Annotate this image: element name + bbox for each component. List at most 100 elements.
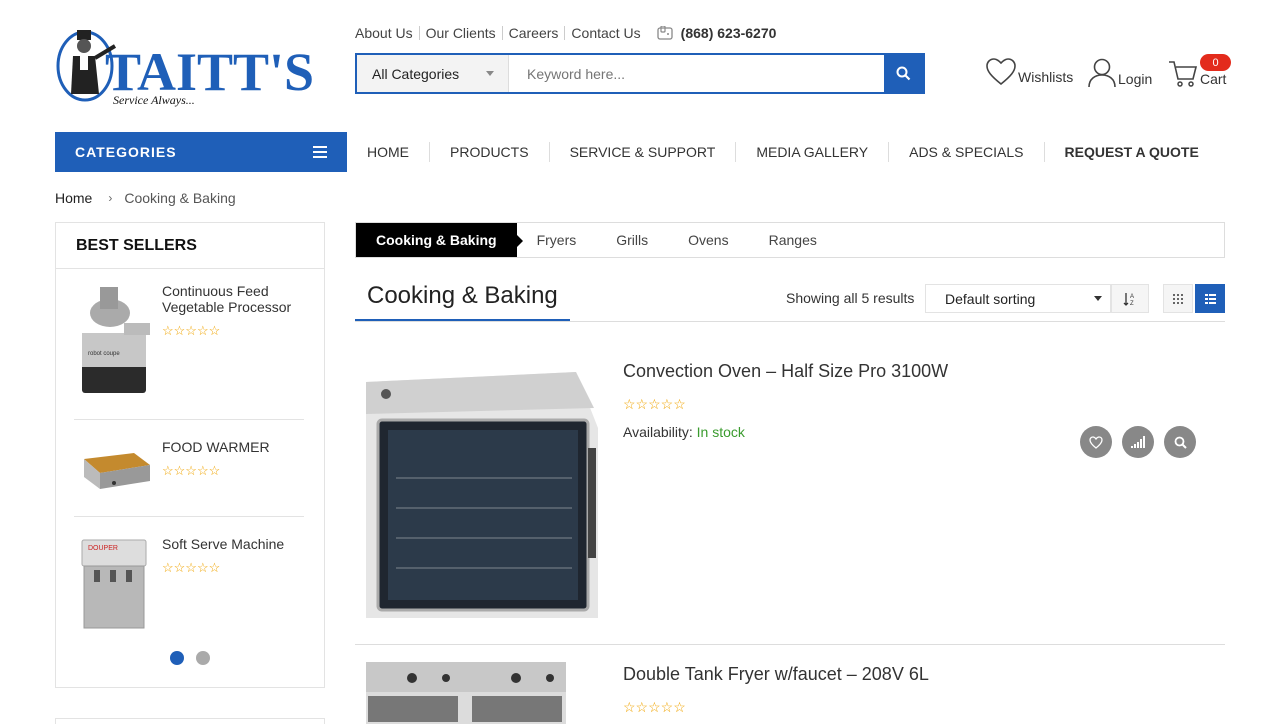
availability: Availability: In stock (623, 424, 745, 440)
product-thumbnail[interactable]: robot coupe (74, 283, 154, 397)
rating-stars: ☆☆☆☆☆ (162, 464, 270, 477)
subcategory-tabs: Cooking & Baking Fryers Grills Ovens Ran… (355, 222, 1225, 258)
stars-text: ☆☆☆☆☆ (162, 323, 221, 338)
grid-icon (1173, 293, 1183, 304)
svg-text:robot coupe: robot coupe (88, 351, 120, 357)
sort-ascending-icon: AZ (1123, 292, 1134, 306)
nav-service-support[interactable]: SERVICE & SUPPORT (548, 142, 736, 162)
site-logo[interactable]: TAITT'S Service Always... (55, 24, 327, 108)
login-label: Login (1118, 71, 1153, 87)
stars-text: ☆☆☆☆☆ (623, 699, 686, 715)
tab-cooking-baking[interactable]: Cooking & Baking (356, 223, 523, 257)
search-input[interactable] (509, 55, 884, 92)
our-clients-link[interactable]: Our Clients (418, 26, 502, 40)
wishlist-link[interactable]: Wishlists (986, 58, 1073, 86)
svg-text:Z: Z (1130, 301, 1134, 306)
divider (355, 644, 1225, 645)
carousel-dots (170, 651, 222, 665)
product-title[interactable]: Double Tank Fryer w/faucet – 208V 6L (623, 664, 929, 685)
best-sellers-title: Best Sellers (56, 223, 324, 269)
signal-bars-icon (1131, 436, 1145, 448)
phone-icon (657, 26, 673, 40)
rating-stars: ☆☆☆☆☆ (162, 323, 304, 338)
rating-stars: ☆☆☆☆☆ (162, 560, 284, 575)
product-thumbnail[interactable]: DOUPER (74, 536, 154, 632)
product-image[interactable] (366, 662, 566, 724)
carousel-dot[interactable] (196, 651, 210, 665)
search-icon (896, 66, 911, 81)
breadcrumb-current: Cooking & Baking (124, 190, 236, 206)
divider (74, 419, 304, 420)
login-link[interactable]: Login (1088, 58, 1152, 88)
cart-link[interactable]: Cart 0 (1168, 54, 1231, 88)
chevron-down-icon (1094, 296, 1102, 301)
careers-link[interactable]: Careers (501, 26, 565, 40)
rating-stars: ☆☆☆☆☆ (623, 699, 689, 716)
search-button[interactable] (884, 55, 923, 92)
nav-products[interactable]: PRODUCTS (429, 142, 549, 162)
cart-count-badge: 0 (1200, 54, 1231, 71)
about-us-link[interactable]: About Us (355, 26, 419, 40)
sort-select[interactable]: Default sorting (925, 284, 1111, 313)
product-title[interactable]: Convection Oven – Half Size Pro 3100W (623, 361, 948, 382)
breadcrumb-home[interactable]: Home (55, 190, 92, 206)
nav-home[interactable]: HOME (347, 142, 429, 162)
sort-direction-button[interactable]: AZ (1111, 284, 1149, 313)
best-seller-item[interactable]: robot coupe Continuous Feed Vegetable Pr… (74, 283, 304, 397)
best-sellers-widget: Best Sellers robot coupe Continuous Feed… (55, 222, 325, 688)
categories-label: CATEGORIES (75, 144, 177, 160)
nav-request-quote[interactable]: REQUEST A QUOTE (1043, 142, 1219, 162)
best-seller-item[interactable]: DOUPER Soft Serve Machine ☆☆☆☆☆ (74, 536, 304, 632)
tab-ovens[interactable]: Ovens (668, 223, 748, 257)
tab-grills[interactable]: Grills (596, 223, 668, 257)
heart-icon (986, 58, 1016, 86)
category-select-value: All Categories (372, 65, 460, 82)
compare-button[interactable] (1122, 426, 1154, 458)
best-seller-item[interactable]: FOOD WARMER ☆☆☆☆☆ (74, 439, 304, 499)
quick-view-button[interactable] (1164, 426, 1196, 458)
rating-stars: ☆☆☆☆☆ (623, 396, 689, 413)
phone-number: (868) 623-6270 (657, 25, 777, 41)
product-image[interactable] (366, 368, 598, 622)
top-links: About Us Our Clients Careers Contact Us … (355, 25, 776, 41)
stock-status: In stock (696, 424, 745, 440)
list-view-button[interactable] (1195, 284, 1225, 313)
chevron-down-icon (486, 71, 494, 76)
svg-text:DOUPER: DOUPER (88, 545, 118, 552)
best-seller-name[interactable]: Continuous Feed Vegetable Processor (162, 283, 304, 315)
nav-ads-specials[interactable]: ADS & SPECIALS (888, 142, 1043, 162)
best-seller-name[interactable]: FOOD WARMER (162, 439, 270, 455)
tab-ranges[interactable]: Ranges (749, 223, 837, 257)
main-nav: HOME PRODUCTS SERVICE & SUPPORT MEDIA GA… (347, 132, 1219, 172)
categories-menu-button[interactable]: CATEGORIES (55, 132, 347, 172)
stars-text: ☆☆☆☆☆ (623, 396, 686, 412)
grid-view-button[interactable] (1163, 284, 1193, 313)
availability-label: Availability: (623, 424, 693, 440)
search-bar: All Categories (355, 53, 925, 94)
category-select[interactable]: All Categories (357, 55, 509, 92)
add-to-wishlist-button[interactable] (1080, 426, 1112, 458)
carousel-dot[interactable] (170, 651, 184, 665)
user-icon (1088, 58, 1116, 88)
breadcrumb: Home › Cooking & Baking (55, 190, 236, 206)
sidebar-widget (55, 718, 325, 724)
page-title: Cooking & Baking (355, 282, 570, 322)
cart-icon (1169, 61, 1198, 87)
list-icon (1204, 293, 1216, 304)
divider (74, 516, 304, 517)
svg-text:A: A (1130, 294, 1134, 300)
breadcrumb-separator: › (108, 191, 113, 205)
divider (355, 321, 1225, 322)
heart-icon (1089, 435, 1103, 449)
stars-text: ☆☆☆☆☆ (162, 560, 221, 575)
contact-us-link[interactable]: Contact Us (564, 26, 646, 40)
cart-label: Cart (1200, 71, 1227, 87)
nav-media-gallery[interactable]: MEDIA GALLERY (735, 142, 888, 162)
results-count: Showing all 5 results (786, 290, 915, 306)
tab-fryers[interactable]: Fryers (517, 223, 597, 257)
best-seller-name[interactable]: Soft Serve Machine (162, 536, 284, 552)
product-thumbnail[interactable] (74, 439, 154, 499)
wishlist-label: Wishlists (1018, 69, 1074, 85)
phone-text: (868) 623-6270 (680, 25, 777, 41)
search-icon (1174, 436, 1187, 449)
